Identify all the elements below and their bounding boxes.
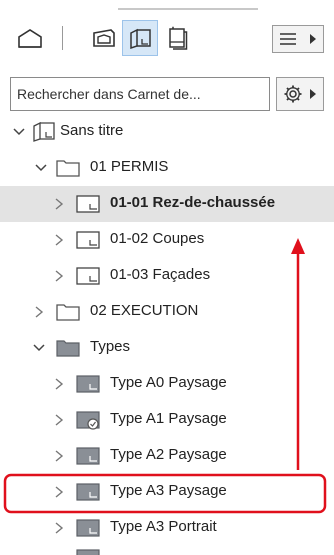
arrow-head xyxy=(291,238,305,254)
annotation-overlay xyxy=(3,238,327,514)
highlight-box xyxy=(3,473,327,514)
